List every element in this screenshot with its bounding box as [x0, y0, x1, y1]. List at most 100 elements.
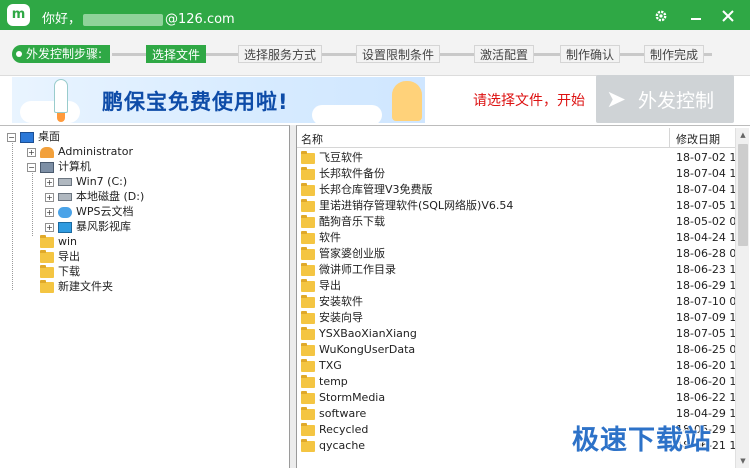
cartoon-kid-icon	[392, 81, 422, 121]
tree-item-new-folder[interactable]: 新建文件夹	[40, 279, 113, 294]
vertical-scrollbar[interactable]: ▲ ▼	[735, 128, 749, 468]
file-name: 微讲师工作目录	[319, 263, 396, 276]
folder-icon	[40, 234, 54, 248]
file-row[interactable]: StormMedia 18-06-22 11:	[297, 390, 735, 406]
tree-item-administrator[interactable]: + Administrator	[27, 144, 133, 159]
tree-item-video-library[interactable]: + 暴风影视库	[45, 219, 131, 234]
rocket-icon	[54, 79, 68, 113]
expand-icon[interactable]: +	[45, 222, 54, 232]
file-row[interactable]: 里诺进销存管理软件(SQL网络版)V6.54 18-07-05 11:	[297, 198, 735, 214]
cloud-shape	[312, 105, 382, 123]
promo-banner[interactable]: 鹏保宝免费使用啦!	[12, 77, 425, 123]
file-name: 长邦软件备份	[319, 167, 385, 180]
file-name: StormMedia	[319, 391, 386, 404]
file-row[interactable]: 安装软件 18-07-10 09:	[297, 294, 735, 310]
outbound-control-button[interactable]: ➤ 外发控制	[596, 75, 734, 123]
file-row[interactable]: 长邦仓库管理V3免费版 18-07-04 13:	[297, 182, 735, 198]
step-set-restrictions: 设置限制条件	[356, 45, 441, 63]
expand-icon[interactable]: +	[27, 147, 36, 157]
file-row[interactable]: WuKongUserData 18-06-25 08:	[297, 342, 735, 358]
tree-guide-line	[32, 170, 33, 236]
close-button[interactable]	[716, 3, 740, 27]
file-modified-date: 18-04-24 17:	[676, 231, 735, 244]
scroll-down-icon[interactable]: ▼	[736, 454, 750, 468]
folder-icon	[301, 246, 315, 260]
tree-item-label: 桌面	[38, 130, 60, 143]
step-select-file: 选择文件	[146, 45, 207, 63]
expand-icon[interactable]: +	[45, 177, 54, 187]
file-name: 安装向导	[319, 311, 363, 324]
folder-icon	[301, 182, 315, 196]
step-confirm: 制作确认	[560, 45, 621, 63]
tree-item-label: Win7 (C:)	[76, 175, 128, 188]
tree-item-label: 本地磁盘 (D:)	[76, 190, 145, 203]
file-modified-date: 18-07-04 13:	[676, 183, 735, 196]
file-name: WuKongUserData	[319, 343, 416, 356]
file-list[interactable]: 名称 修改日期 飞豆软件 18-07-02 14: 长邦软件备份 18-07-04 1…	[296, 125, 750, 468]
select-file-prompt: 请选择文件，开始	[473, 93, 585, 109]
tree-item-wps-cloud[interactable]: + WPS云文档	[45, 204, 134, 219]
file-row[interactable]: 酷狗音乐下载 18-05-02 09:	[297, 214, 735, 230]
folder-icon	[301, 374, 315, 388]
cloud-shape	[20, 101, 80, 123]
file-modified-date: 18-07-05 11:	[676, 327, 735, 340]
file-row[interactable]: TXG 18-06-20 16:	[297, 358, 735, 374]
file-modified-date: 18-07-10 09:	[676, 295, 735, 308]
file-row[interactable]: YSXBaoXianXiang 18-07-05 11:	[297, 326, 735, 342]
expand-icon[interactable]: +	[45, 192, 54, 202]
computer-icon	[40, 161, 54, 173]
tree-item-desktop[interactable]: − 桌面	[7, 129, 60, 144]
gear-icon[interactable]	[649, 3, 673, 27]
file-name: 安装软件	[319, 295, 363, 308]
file-row[interactable]: 飞豆软件 18-07-02 14:	[297, 150, 735, 166]
scroll-thumb[interactable]	[738, 144, 748, 246]
scroll-up-icon[interactable]: ▲	[736, 128, 750, 142]
tree-item-win[interactable]: win	[40, 234, 77, 249]
paper-plane-icon: ➤	[606, 85, 627, 113]
file-row[interactable]: 长邦软件备份 18-07-04 14:	[297, 166, 735, 182]
file-row[interactable]: 软件 18-04-24 17:	[297, 230, 735, 246]
file-row[interactable]: 安装向导 18-07-09 13:	[297, 310, 735, 326]
title-bar: m 你好， @126.com	[0, 0, 750, 30]
app-logo-icon: m	[7, 4, 30, 26]
file-row[interactable]: 管家婆创业版 18-06-28 08:	[297, 246, 735, 262]
account-title: 你好， @126.com	[42, 8, 235, 27]
file-name: YSXBaoXianXiang	[319, 327, 417, 340]
column-header-name[interactable]: 名称	[301, 131, 323, 147]
file-row[interactable]: 导出 18-06-29 11:	[297, 278, 735, 294]
folder-icon	[301, 150, 315, 164]
folder-tree[interactable]: − 桌面 + Administrator − 计算机 + Win7 (C:) + 本地磁盘…	[0, 125, 290, 468]
tree-item-win7-c[interactable]: + Win7 (C:)	[45, 174, 127, 189]
tree-item-label: 导出	[58, 250, 80, 263]
file-name: temp	[319, 375, 348, 388]
file-modified-date: 18-06-20 16:	[676, 359, 735, 372]
folder-icon	[40, 279, 54, 293]
file-modified-date: 18-06-29 11:	[676, 279, 735, 292]
column-header-date[interactable]: 修改日期	[676, 131, 720, 147]
column-separator[interactable]	[669, 128, 670, 148]
tree-item-export[interactable]: 导出	[40, 249, 80, 264]
close-icon	[722, 9, 734, 22]
file-name: TXG	[319, 359, 342, 372]
user-icon	[40, 146, 54, 158]
tree-item-computer[interactable]: − 计算机	[27, 159, 91, 174]
tree-item-downloads[interactable]: 下载	[40, 264, 80, 279]
expand-icon[interactable]: +	[45, 207, 54, 217]
collapse-icon[interactable]: −	[7, 132, 16, 142]
tree-item-label: 暴风影视库	[76, 220, 131, 233]
step-select-service: 选择服务方式	[238, 45, 323, 63]
cloud-icon	[58, 206, 72, 218]
file-row[interactable]: temp 18-06-20 16:	[297, 374, 735, 390]
collapse-icon[interactable]: −	[27, 162, 36, 172]
minimize-button[interactable]	[684, 3, 708, 27]
tree-item-label: 计算机	[58, 160, 91, 173]
masked-username	[83, 13, 164, 26]
email-domain-text: @126.com	[165, 12, 235, 27]
tree-item-local-disk-d[interactable]: + 本地磁盘 (D:)	[45, 189, 144, 204]
file-name: Recycled	[319, 423, 369, 436]
folder-icon	[40, 249, 54, 263]
file-row[interactable]: 微讲师工作目录 18-06-23 10:	[297, 262, 735, 278]
video-icon	[58, 221, 72, 233]
file-modified-date: 18-05-02 09:	[676, 215, 735, 228]
file-name: 飞豆软件	[319, 151, 363, 164]
